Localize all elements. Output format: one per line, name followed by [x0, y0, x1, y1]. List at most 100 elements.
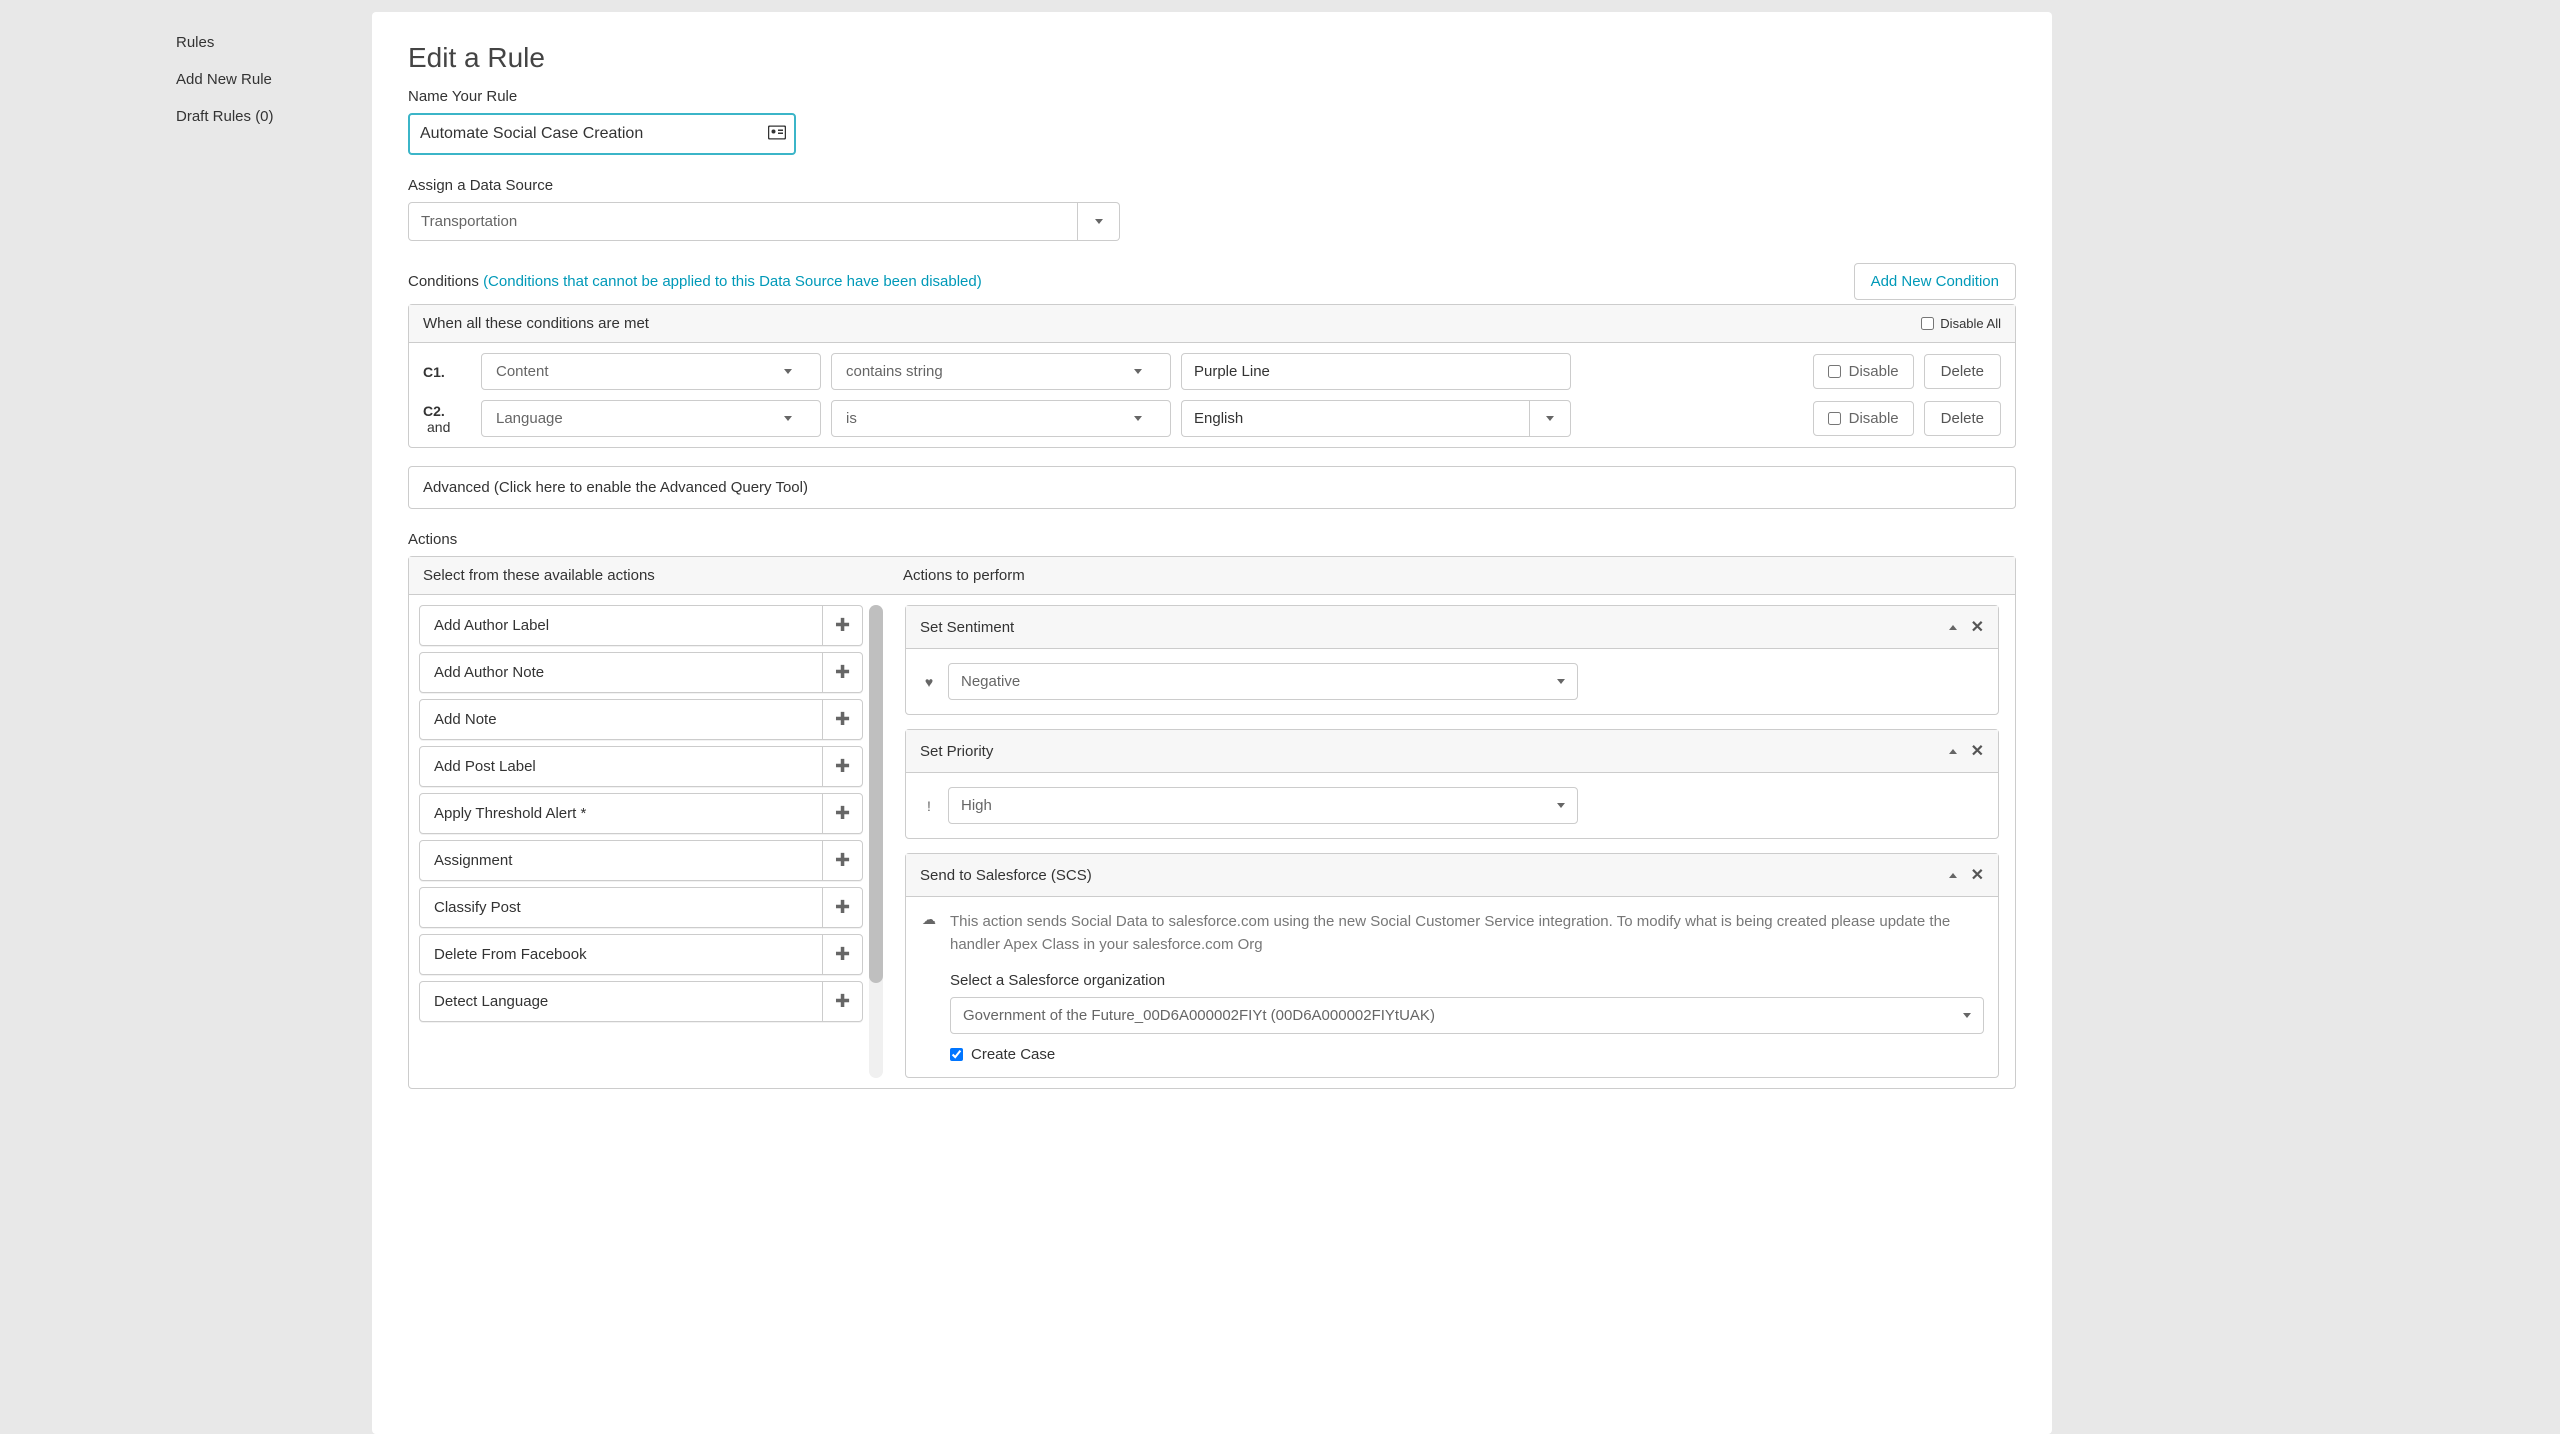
create-case-label: Create Case: [971, 1046, 1055, 1063]
collapse-icon[interactable]: [1949, 625, 1957, 630]
perform-action-title: Set Priority: [920, 743, 993, 760]
available-action-item: Assignment✚: [419, 840, 863, 881]
conditions-note: (Conditions that cannot be applied to th…: [483, 273, 982, 290]
perform-actions-list: Set Sentiment ✕ ♥ Negative: [889, 595, 2015, 1088]
page-title: Edit a Rule: [408, 42, 2016, 74]
remove-action-icon[interactable]: ✕: [1971, 617, 1984, 637]
available-action-label: Add Author Label: [420, 606, 822, 645]
caret-down-icon: [1557, 803, 1565, 808]
add-action-button[interactable]: ✚: [822, 888, 862, 927]
heart-icon: ♥: [920, 674, 938, 690]
actions-label: Actions: [408, 531, 2016, 548]
perform-action-send-to-salesforce: Send to Salesforce (SCS) ✕ ☁ This action…: [905, 853, 1999, 1078]
perform-actions-header: Actions to perform: [889, 557, 1039, 594]
sentiment-select[interactable]: Negative: [948, 663, 1578, 700]
sidebar-item-rules[interactable]: Rules: [160, 24, 360, 61]
conditions-panel: When all these conditions are met Disabl…: [408, 304, 2016, 448]
add-action-button[interactable]: ✚: [822, 606, 862, 645]
condition-row: C1. Content contains string Disable Dele…: [423, 353, 2001, 390]
perform-action-set-sentiment: Set Sentiment ✕ ♥ Negative: [905, 605, 1999, 715]
remove-action-icon[interactable]: ✕: [1971, 741, 1984, 761]
cloud-icon: ☁: [920, 911, 938, 928]
condition-operator-select[interactable]: contains string: [831, 353, 1171, 390]
disable-all-checkbox[interactable]: [1921, 317, 1934, 330]
caret-down-icon: [784, 369, 792, 374]
conditions-header: When all these conditions are met: [423, 315, 649, 332]
available-action-label: Delete From Facebook: [420, 935, 822, 974]
condition-field-select[interactable]: Content: [481, 353, 821, 390]
available-action-item: Add Author Label✚: [419, 605, 863, 646]
salesforce-description: This action sends Social Data to salesfo…: [950, 911, 1984, 956]
available-action-item: Detect Language✚: [419, 981, 863, 1022]
add-action-button[interactable]: ✚: [822, 841, 862, 880]
exclamation-icon: !: [920, 798, 938, 814]
available-actions-header: Select from these available actions: [409, 557, 889, 594]
advanced-toggle[interactable]: Advanced (Click here to enable the Advan…: [408, 466, 2016, 509]
available-action-label: Apply Threshold Alert *: [420, 794, 822, 833]
available-action-item: Apply Threshold Alert *✚: [419, 793, 863, 834]
available-action-label: Add Author Note: [420, 653, 822, 692]
available-action-label: Detect Language: [420, 982, 822, 1021]
condition-and: and: [427, 419, 450, 435]
collapse-icon[interactable]: [1949, 873, 1957, 878]
condition-field-select[interactable]: Language: [481, 400, 821, 437]
condition-index: C1.: [423, 364, 445, 380]
data-source-label: Assign a Data Source: [408, 177, 2016, 194]
caret-down-icon: [1095, 219, 1103, 224]
caret-down-icon: [784, 416, 792, 421]
perform-action-set-priority: Set Priority ✕ ! High: [905, 729, 1999, 839]
add-action-button[interactable]: ✚: [822, 700, 862, 739]
add-new-condition-button[interactable]: Add New Condition: [1854, 263, 2016, 300]
condition-delete-button[interactable]: Delete: [1924, 401, 2001, 436]
priority-select[interactable]: High: [948, 787, 1578, 824]
available-actions-list: Add Author Label✚Add Author Note✚Add Not…: [409, 595, 869, 1088]
conditions-label: Conditions: [408, 273, 479, 290]
condition-disable-checkbox[interactable]: [1828, 412, 1841, 425]
condition-value-input[interactable]: [1181, 353, 1571, 390]
data-source-select[interactable]: Transportation: [408, 202, 1078, 241]
perform-action-title: Send to Salesforce (SCS): [920, 867, 1092, 884]
condition-operator-select[interactable]: is: [831, 400, 1171, 437]
add-action-button[interactable]: ✚: [822, 982, 862, 1021]
actions-panel: Select from these available actions Acti…: [408, 556, 2016, 1089]
caret-down-icon: [1134, 416, 1142, 421]
caret-down-icon: [1963, 1013, 1971, 1018]
scrollbar[interactable]: [869, 605, 883, 1078]
available-action-item: Add Author Note✚: [419, 652, 863, 693]
caret-down-icon: [1134, 369, 1142, 374]
rule-name-input[interactable]: [408, 113, 796, 155]
sidebar-item-draft-rules[interactable]: Draft Rules (0): [160, 98, 360, 135]
data-source-toggle[interactable]: [1078, 202, 1120, 241]
condition-row: C2. and Language is: [423, 400, 2001, 437]
condition-disable-label: Disable: [1849, 410, 1899, 427]
caret-down-icon: [1557, 679, 1565, 684]
rule-name-label: Name Your Rule: [408, 88, 2016, 105]
salesforce-org-label: Select a Salesforce organization: [950, 972, 1984, 989]
available-action-label: Assignment: [420, 841, 822, 880]
collapse-icon[interactable]: [1949, 749, 1957, 754]
add-action-button[interactable]: ✚: [822, 747, 862, 786]
disable-all-label: Disable All: [1940, 316, 2001, 331]
condition-index: C2.: [423, 403, 445, 419]
available-action-item: Add Note✚: [419, 699, 863, 740]
condition-value-input[interactable]: [1181, 400, 1529, 437]
available-action-item: Classify Post✚: [419, 887, 863, 928]
remove-action-icon[interactable]: ✕: [1971, 865, 1984, 885]
condition-disable-label: Disable: [1849, 363, 1899, 380]
add-action-button[interactable]: ✚: [822, 653, 862, 692]
condition-delete-button[interactable]: Delete: [1924, 354, 2001, 389]
perform-action-title: Set Sentiment: [920, 619, 1014, 636]
available-action-label: Add Note: [420, 700, 822, 739]
sidebar: Rules Add New Rule Draft Rules (0): [160, 0, 360, 1434]
sidebar-item-add-new-rule[interactable]: Add New Rule: [160, 61, 360, 98]
add-action-button[interactable]: ✚: [822, 794, 862, 833]
available-action-item: Delete From Facebook✚: [419, 934, 863, 975]
condition-value-toggle[interactable]: [1529, 400, 1571, 437]
create-case-checkbox[interactable]: [950, 1048, 963, 1061]
condition-disable-checkbox[interactable]: [1828, 365, 1841, 378]
id-card-icon: [768, 126, 786, 143]
available-action-label: Classify Post: [420, 888, 822, 927]
add-action-button[interactable]: ✚: [822, 935, 862, 974]
main-panel: Edit a Rule Name Your Rule Assign a Data…: [372, 12, 2052, 1434]
salesforce-org-select[interactable]: Government of the Future_00D6A000002FIYt…: [950, 997, 1984, 1034]
